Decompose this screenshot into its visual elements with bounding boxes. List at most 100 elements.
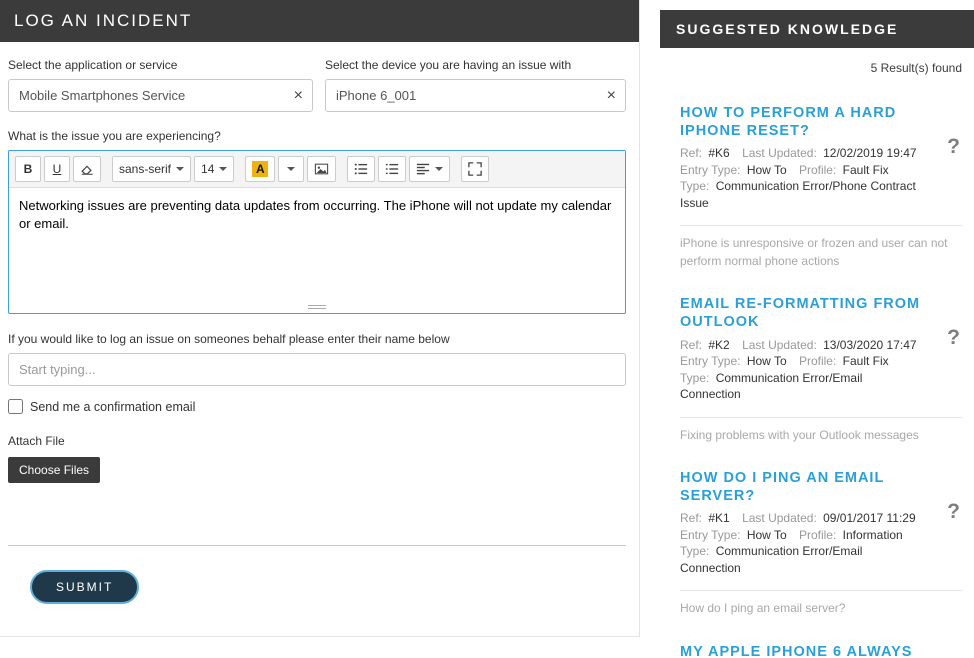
knowledge-item-description: How do I ping an email server?	[680, 590, 962, 617]
entry-type-label: Entry Type:	[680, 354, 740, 368]
incident-form-panel: LOG AN INCIDENT Select the application o…	[0, 0, 640, 637]
last-updated-value: 09/01/2017 11:29	[823, 511, 916, 525]
knowledge-item-description: iPhone is unresponsive or frozen and use…	[680, 225, 962, 270]
profile-value: Fault Fix	[843, 163, 889, 177]
knowledge-item-meta-row: Ref: #K2 Last Updated: 13/03/2020 17:47	[680, 337, 962, 354]
bold-button[interactable]: B	[15, 156, 41, 182]
fullscreen-icon	[468, 162, 482, 176]
clear-icon[interactable]: ×	[294, 88, 303, 104]
incident-form: Select the application or service × Sele…	[0, 42, 639, 604]
resize-grip-icon	[308, 305, 326, 309]
knowledge-item: HOW DO I PING AN EMAIL SERVER? ? Ref: #K…	[680, 470, 962, 618]
knowledge-item-meta-row: Type: Communication Error/Phone Contract…	[680, 178, 962, 211]
clear-icon[interactable]: ×	[607, 88, 616, 104]
align-left-icon	[416, 162, 430, 176]
confirmation-checkbox[interactable]	[8, 399, 23, 414]
submit-button[interactable]: SUBMIT	[30, 570, 139, 604]
question-mark-icon[interactable]: ?	[947, 135, 960, 159]
knowledge-item: HOW TO PERFORM A HARD IPHONE RESET? ? Re…	[680, 105, 962, 270]
font-family-value: sans-serif	[119, 162, 171, 176]
chevron-down-icon	[176, 167, 184, 171]
last-updated-label: Last Updated:	[742, 511, 817, 525]
knowledge-panel-title: SUGGESTED KNOWLEDGE	[660, 10, 974, 48]
paragraph-align-button[interactable]	[409, 156, 450, 182]
ref-label: Ref:	[680, 146, 702, 160]
attach-file-label: Attach File	[8, 434, 626, 448]
last-updated-value: 12/02/2019 19:47	[823, 146, 916, 160]
ordered-list-button[interactable]	[378, 156, 406, 182]
knowledge-item: EMAIL RE-FORMATTING FROM OUTLOOK ? Ref: …	[680, 296, 962, 444]
knowledge-item-meta-row: Entry Type: How To Profile: Fault Fix	[680, 353, 962, 370]
knowledge-item-meta-row: Type: Communication Error/Email Connecti…	[680, 543, 962, 576]
knowledge-item-meta-row: Ref: #K6 Last Updated: 12/02/2019 19:47	[680, 145, 962, 162]
entry-type-value: How To	[747, 528, 787, 542]
insert-image-button[interactable]	[307, 156, 336, 182]
confirmation-checkbox-label: Send me a confirmation email	[30, 400, 195, 414]
device-input[interactable]	[325, 79, 626, 112]
chevron-down-icon	[435, 167, 443, 171]
fullscreen-button[interactable]	[461, 156, 489, 182]
knowledge-item-meta-row: Ref: #K1 Last Updated: 09/01/2017 11:29	[680, 510, 962, 527]
unordered-list-button[interactable]	[347, 156, 375, 182]
entry-type-label: Entry Type:	[680, 163, 740, 177]
question-mark-icon[interactable]: ?	[947, 500, 960, 524]
unordered-list-icon	[354, 162, 368, 176]
app-service-input[interactable]	[8, 79, 313, 112]
image-icon	[314, 162, 329, 176]
clear-formatting-button[interactable]	[73, 156, 101, 182]
knowledge-item: MY APPLE IPHONE 6 ALWAYS HAS A LOW CALL …	[680, 644, 962, 658]
last-updated-value: 13/03/2020 17:47	[823, 338, 916, 352]
results-count: 5 Result(s) found	[660, 48, 974, 105]
ref-value: #K1	[708, 511, 729, 525]
ref-label: Ref:	[680, 338, 702, 352]
app-service-label: Select the application or service	[8, 58, 313, 72]
last-updated-label: Last Updated:	[742, 146, 817, 160]
ref-label: Ref:	[680, 511, 702, 525]
font-size-value: 14	[201, 162, 214, 176]
knowledge-item-title[interactable]: EMAIL RE-FORMATTING FROM OUTLOOK	[680, 296, 962, 331]
knowledge-item-description: Fixing problems with your Outlook messag…	[680, 417, 962, 444]
profile-value: Information	[843, 528, 903, 542]
chevron-down-icon	[287, 167, 295, 171]
profile-label: Profile:	[799, 354, 836, 368]
last-updated-label: Last Updated:	[742, 338, 817, 352]
text-color-dropdown-button[interactable]	[278, 156, 304, 182]
profile-label: Profile:	[799, 163, 836, 177]
type-label: Type:	[680, 544, 709, 558]
entry-type-value: How To	[747, 163, 787, 177]
knowledge-item-title[interactable]: MY APPLE IPHONE 6 ALWAYS HAS A LOW CALL …	[680, 644, 962, 658]
font-size-select[interactable]: 14	[194, 156, 234, 182]
profile-label: Profile:	[799, 528, 836, 542]
knowledge-item-title[interactable]: HOW TO PERFORM A HARD IPHONE RESET?	[680, 105, 962, 140]
profile-value: Fault Fix	[843, 354, 889, 368]
device-label: Select the device you are having an issu…	[325, 58, 626, 72]
knowledge-item-meta-row: Type: Communication Error/Email Connecti…	[680, 370, 962, 403]
ordered-list-icon	[385, 162, 399, 176]
rich-text-editor: B U sans-serif 14	[8, 150, 626, 314]
type-label: Type:	[680, 179, 709, 193]
issue-text-area[interactable]: Networking issues are preventing data up…	[9, 188, 625, 300]
entry-type-value: How To	[747, 354, 787, 368]
behalf-input[interactable]	[8, 353, 626, 386]
font-family-select[interactable]: sans-serif	[112, 156, 191, 182]
behalf-label: If you would like to log an issue on som…	[8, 332, 626, 346]
editor-resize-handle[interactable]	[9, 300, 625, 313]
question-mark-icon[interactable]: ?	[947, 326, 960, 350]
text-color-button[interactable]: A	[245, 156, 275, 182]
issue-label: What is the issue you are experiencing?	[8, 129, 626, 143]
page-title: LOG AN INCIDENT	[0, 0, 639, 42]
knowledge-item-title[interactable]: HOW DO I PING AN EMAIL SERVER?	[680, 470, 962, 505]
underline-button[interactable]: U	[44, 156, 70, 182]
choose-files-button[interactable]: Choose Files	[8, 457, 100, 483]
text-color-swatch: A	[252, 161, 268, 177]
suggested-knowledge-panel: SUGGESTED KNOWLEDGE 5 Result(s) found HO…	[660, 10, 974, 658]
entry-type-label: Entry Type:	[680, 528, 740, 542]
form-divider	[8, 545, 626, 546]
eraser-icon	[80, 162, 94, 176]
type-value: Communication Error/Phone Contract Issue	[680, 179, 916, 210]
type-label: Type:	[680, 371, 709, 385]
ref-value: #K6	[708, 146, 729, 160]
editor-toolbar: B U sans-serif 14	[9, 151, 625, 188]
knowledge-item-meta-row: Entry Type: How To Profile: Information	[680, 527, 962, 544]
ref-value: #K2	[708, 338, 729, 352]
